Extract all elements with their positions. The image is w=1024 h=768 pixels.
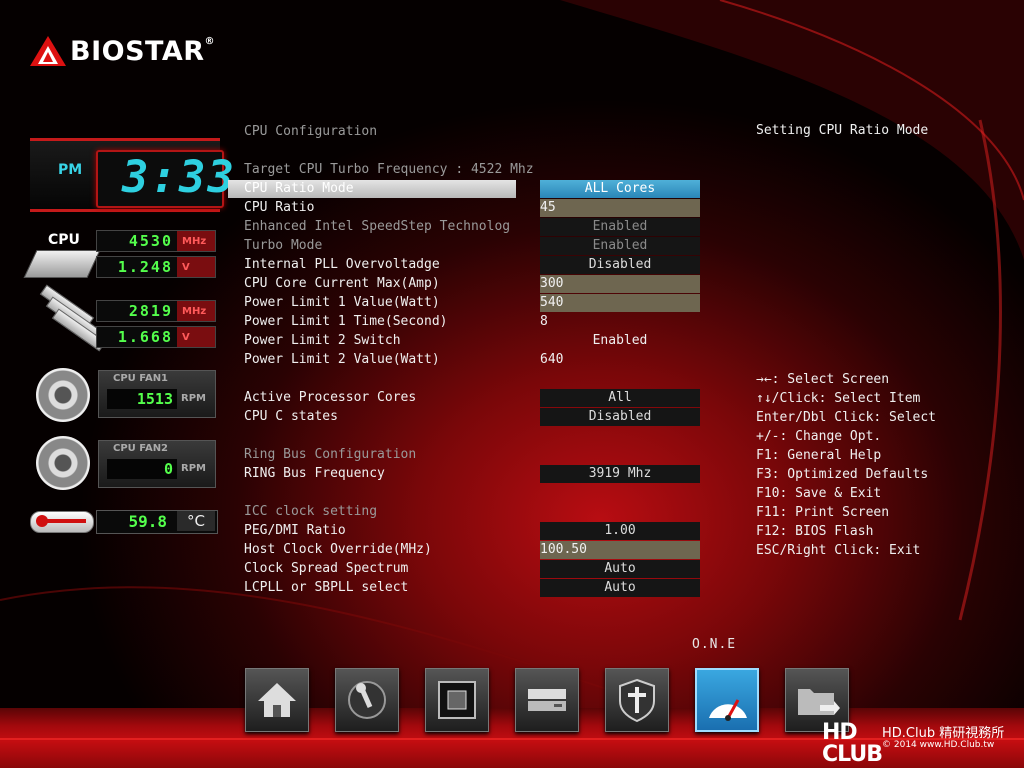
value-host-clock-override[interactable]: 100.50 (540, 541, 700, 559)
hdclub-logo: HD CLUB (822, 720, 883, 767)
menu-item-pll-overvoltage[interactable]: Internal PLL Overvoltadge (244, 256, 440, 273)
speedometer-icon (709, 699, 747, 721)
hdclub-name: HD.Club 精研視務所 (882, 726, 1005, 741)
fan1-readout: CPU FAN1 1513 RPM (98, 370, 216, 418)
drive-icon (528, 689, 566, 711)
target-turbo-frequency: Target CPU Turbo Frequency : 4522 Mhz (244, 162, 534, 177)
cpu-label: CPU (48, 232, 80, 248)
value-clock-spread-spectrum[interactable]: Auto (540, 560, 700, 578)
fan2-icon (36, 436, 90, 490)
menu-item-cpu-ratio-mode[interactable]: CPU Ratio Mode (244, 180, 354, 197)
brand-name: BIOSTAR® (70, 35, 216, 67)
main-tab-button[interactable] (245, 668, 309, 732)
menu-item-c-states[interactable]: CPU C states (244, 408, 338, 425)
cpu-frequency-readout: 4530 MHz (96, 230, 216, 252)
value-power-limit2-value[interactable]: 640 (540, 351, 563, 369)
menu-item-core-current-max[interactable]: CPU Core Current Max(Amp) (244, 275, 440, 292)
value-power-limit1-value[interactable]: 540 (540, 294, 700, 312)
keyhelp-general-help: F1: General Help (756, 448, 882, 463)
menu-item-turbo-mode: Turbo Mode (244, 238, 323, 253)
keyhelp-change-opt: +/-: Change Opt. (756, 429, 882, 444)
temperature-readout: 59.8 °C (96, 510, 218, 534)
one-tab-button[interactable] (695, 668, 759, 732)
menu-item-speedstep: Enhanced Intel SpeedStep Technolog (244, 219, 511, 234)
value-peg-dmi-ratio[interactable]: 1.00 (540, 522, 700, 540)
value-power-limit1-time[interactable]: 8 (540, 313, 548, 331)
value-turbo-mode: Enabled (540, 237, 700, 255)
value-speedstep: Enabled (540, 218, 700, 236)
shield-cross-icon (619, 678, 655, 723)
menu-item-active-cores[interactable]: Active Processor Cores (244, 389, 416, 406)
menu-item-power-limit2-value[interactable]: Power Limit 2 Value(Watt) (244, 351, 440, 368)
joystick-icon (348, 681, 386, 719)
section-title: CPU Configuration (244, 124, 378, 139)
memory-frequency-readout: 2819 MHz (96, 300, 216, 322)
menu-item-power-limit1-time[interactable]: Power Limit 1 Time(Second) (244, 313, 448, 330)
value-ring-bus-frequency[interactable]: 3919 Mhz (540, 465, 700, 483)
clock-time: 3:33 (122, 152, 236, 203)
value-power-limit2-switch[interactable]: Enabled (540, 332, 700, 350)
keyhelp-select-item: ↑↓/Click: Select Item (756, 391, 921, 406)
keyhelp-select: Enter/Dbl Click: Select (756, 410, 937, 425)
chip-icon (438, 681, 476, 719)
menu-item-cpu-ratio[interactable]: CPU Ratio (244, 199, 314, 216)
boot-tab-button[interactable] (515, 668, 579, 732)
ring-bus-section-title: Ring Bus Configuration (244, 447, 417, 462)
value-c-states[interactable]: Disabled (540, 408, 700, 426)
cpu-chip-icon (23, 250, 101, 278)
value-active-cores[interactable]: All (540, 389, 700, 407)
hdclub-copyright: © 2014 www.HD.Club.tw (882, 740, 995, 750)
menu-item-power-limit2-switch[interactable]: Power Limit 2 Switch (244, 332, 401, 349)
fan2-readout: CPU FAN2 0 RPM (98, 440, 216, 488)
biostar-logo-icon (30, 36, 66, 66)
cpu-voltage-readout: 1.248 V (96, 256, 216, 278)
value-core-current-max[interactable]: 300 (540, 275, 700, 293)
menu-item-host-clock-override[interactable]: Host Clock Override(MHz) (244, 541, 432, 558)
help-title: Setting CPU Ratio Mode (756, 123, 929, 138)
menu-item-lcpll-sbpll[interactable]: LCPLL or SBPLL select (244, 579, 408, 596)
keyhelp-print-screen: F11: Print Screen (756, 505, 890, 520)
security-tab-button[interactable] (605, 668, 669, 732)
biostar-logo: BIOSTAR® (28, 34, 215, 68)
keyhelp-save-exit: F10: Save & Exit (756, 486, 882, 501)
icc-section-title: ICC clock setting (244, 504, 378, 519)
folder-exit-icon (798, 689, 840, 715)
fan1-icon (36, 368, 90, 422)
memory-voltage-readout: 1.668 V (96, 326, 216, 348)
home-icon (258, 683, 296, 717)
value-pll-overvoltage[interactable]: Disabled (540, 256, 700, 274)
chipset-tab-button[interactable] (425, 668, 489, 732)
menu-item-clock-spread-spectrum[interactable]: Clock Spread Spectrum (244, 560, 408, 577)
menu-item-power-limit1-value[interactable]: Power Limit 1 Value(Watt) (244, 294, 440, 311)
keyhelp-bios-flash: F12: BIOS Flash (756, 524, 874, 539)
clock-ampm: PM (58, 162, 83, 178)
value-cpu-ratio[interactable]: 45 (540, 199, 700, 217)
active-tab-label: O.N.E (692, 637, 737, 652)
keyhelp-exit: ESC/Right Click: Exit (756, 543, 921, 558)
menu-item-peg-dmi-ratio[interactable]: PEG/DMI Ratio (244, 522, 346, 539)
value-cpu-ratio-mode[interactable]: ALL Cores (540, 180, 700, 198)
keyhelp-optimized-defaults: F3: Optimized Defaults (756, 467, 929, 482)
value-lcpll-sbpll[interactable]: Auto (540, 579, 700, 597)
advanced-tab-button[interactable] (335, 668, 399, 732)
keyhelp-select-screen: →←: Select Screen (756, 372, 890, 387)
menu-item-ring-bus-frequency[interactable]: RING Bus Frequency (244, 465, 385, 482)
